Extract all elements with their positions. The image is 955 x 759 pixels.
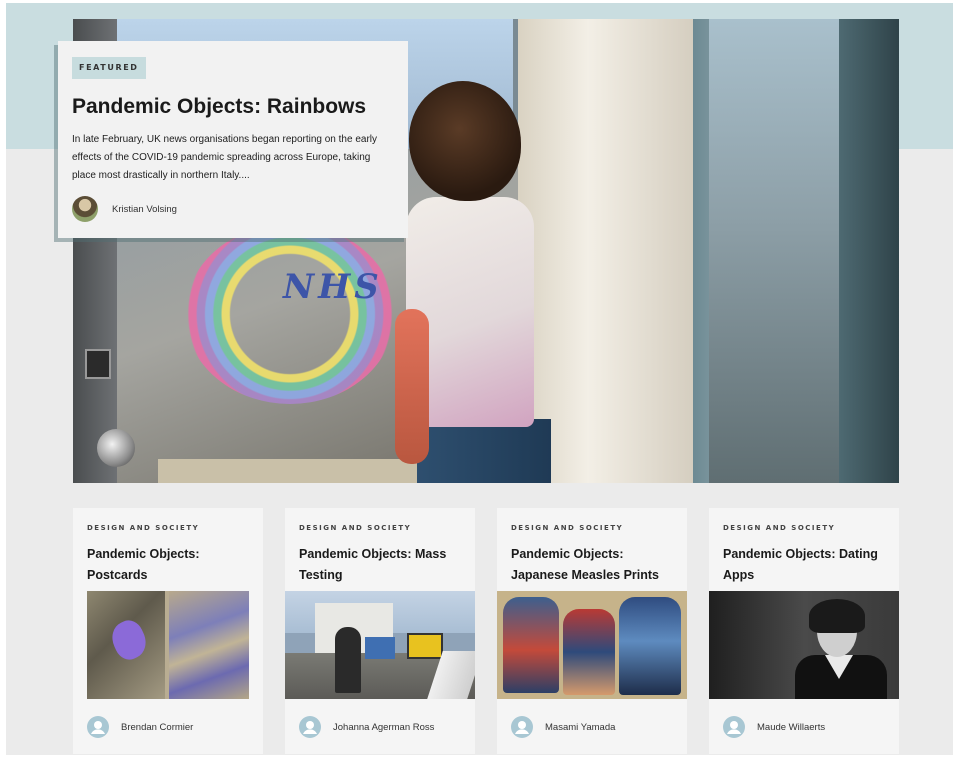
article-category[interactable]: DESIGN AND SOCIETY (87, 524, 199, 532)
user-avatar-icon (87, 716, 109, 738)
article-title[interactable]: Pandemic Objects: Postcards (87, 544, 255, 586)
hero-wall (518, 19, 693, 483)
article-thumbnail[interactable] (497, 591, 687, 699)
door-frame (839, 19, 899, 483)
print-figure (619, 597, 681, 695)
article-title[interactable]: Pandemic Objects: Dating Apps (723, 544, 891, 586)
painted-nhs-text: NHS (283, 267, 383, 307)
author-name[interactable]: Johanna Agerman Ross (333, 722, 434, 733)
article-title[interactable]: Pandemic Objects: Japanese Measles Print… (511, 544, 679, 586)
article-card-dating-apps[interactable]: DESIGN AND SOCIETY Pandemic Objects: Dat… (709, 508, 899, 754)
child-shorts (417, 419, 551, 483)
author-name[interactable]: Masami Yamada (545, 722, 615, 733)
print-figure (563, 609, 615, 695)
article-card-postcards[interactable]: DESIGN AND SOCIETY Pandemic Objects: Pos… (73, 508, 263, 754)
featured-summary: In late February, UK news organisations … (72, 134, 377, 181)
article-category[interactable]: DESIGN AND SOCIETY (511, 524, 623, 532)
featured-author[interactable]: Kristian Volsing (72, 196, 177, 222)
author-name[interactable]: Maude Willaerts (757, 722, 825, 733)
article-title[interactable]: Pandemic Objects: Mass Testing (299, 544, 467, 586)
photo-hair (809, 599, 865, 633)
user-avatar-icon (511, 716, 533, 738)
testing-centre-sign (407, 633, 443, 659)
print-figure (503, 597, 559, 693)
door-knob (97, 429, 135, 467)
user-avatar-icon (723, 716, 745, 738)
user-avatar-icon (299, 716, 321, 738)
photo-blue-barrier (365, 637, 395, 659)
author-avatar (72, 196, 98, 222)
child-head (409, 81, 521, 201)
article-category[interactable]: DESIGN AND SOCIETY (299, 524, 411, 532)
featured-title[interactable]: Pandemic Objects: Rainbows (72, 95, 366, 119)
article-thumbnail[interactable] (87, 591, 249, 699)
article-author[interactable]: Brendan Cormier (87, 716, 193, 738)
featured-article-card[interactable]: FEATURED Pandemic Objects: Rainbows In l… (58, 41, 408, 238)
article-author[interactable]: Masami Yamada (511, 716, 615, 738)
featured-badge: FEATURED (72, 57, 146, 79)
photo-person (335, 627, 361, 693)
article-author[interactable]: Maude Willaerts (723, 716, 825, 738)
postcard-right (169, 591, 249, 699)
article-card-measles-prints[interactable]: DESIGN AND SOCIETY Pandemic Objects: Jap… (497, 508, 687, 754)
article-author[interactable]: Johanna Agerman Ross (299, 716, 434, 738)
painted-rainbow (185, 224, 395, 404)
child-arm (395, 309, 429, 464)
article-thumbnail[interactable] (285, 591, 475, 699)
author-name[interactable]: Kristian Volsing (112, 204, 177, 215)
article-thumbnail[interactable] (709, 591, 899, 699)
article-category[interactable]: DESIGN AND SOCIETY (723, 524, 835, 532)
door-glass (709, 19, 839, 483)
window-handle (85, 349, 111, 379)
author-name[interactable]: Brendan Cormier (121, 722, 193, 733)
article-card-mass-testing[interactable]: DESIGN AND SOCIETY Pandemic Objects: Mas… (285, 508, 475, 754)
